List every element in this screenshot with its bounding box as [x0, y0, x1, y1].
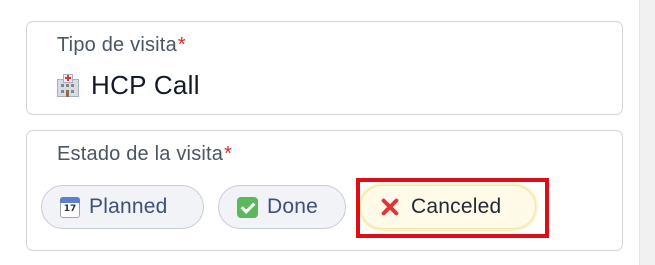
visit-type-value-text: HCP Call — [91, 70, 200, 100]
cross-mark-icon — [379, 196, 401, 218]
check-mark-icon — [237, 196, 258, 218]
done-option-label: Done — [267, 195, 319, 218]
calendar-icon — [60, 196, 80, 218]
visit-state-label: Estado de la visita* — [57, 143, 232, 166]
visit-state-label-text: Estado de la visita — [57, 143, 224, 165]
done-option-chip[interactable]: Done — [218, 185, 346, 229]
visit-state-options: Planned Done Canceled — [41, 185, 550, 229]
visit-type-label-text: Tipo de visita — [57, 34, 177, 56]
visit-type-value[interactable]: HCP Call — [55, 70, 200, 101]
planned-option-chip[interactable]: Planned — [41, 185, 204, 229]
required-marker: * — [177, 34, 186, 56]
visit-state-field: Estado de la visita* Planned Done Cancel… — [26, 130, 623, 251]
canceled-option-label: Canceled — [411, 195, 502, 218]
scrollbar-track[interactable] — [639, 0, 655, 265]
visit-type-label: Tipo de visita* — [57, 34, 186, 57]
canceled-option-chip[interactable]: Canceled — [360, 185, 536, 229]
planned-option-label: Planned — [89, 195, 168, 218]
required-marker: * — [224, 143, 233, 165]
hospital-icon — [55, 73, 81, 98]
visit-type-field[interactable]: Tipo de visita* HCP Call — [26, 21, 623, 115]
